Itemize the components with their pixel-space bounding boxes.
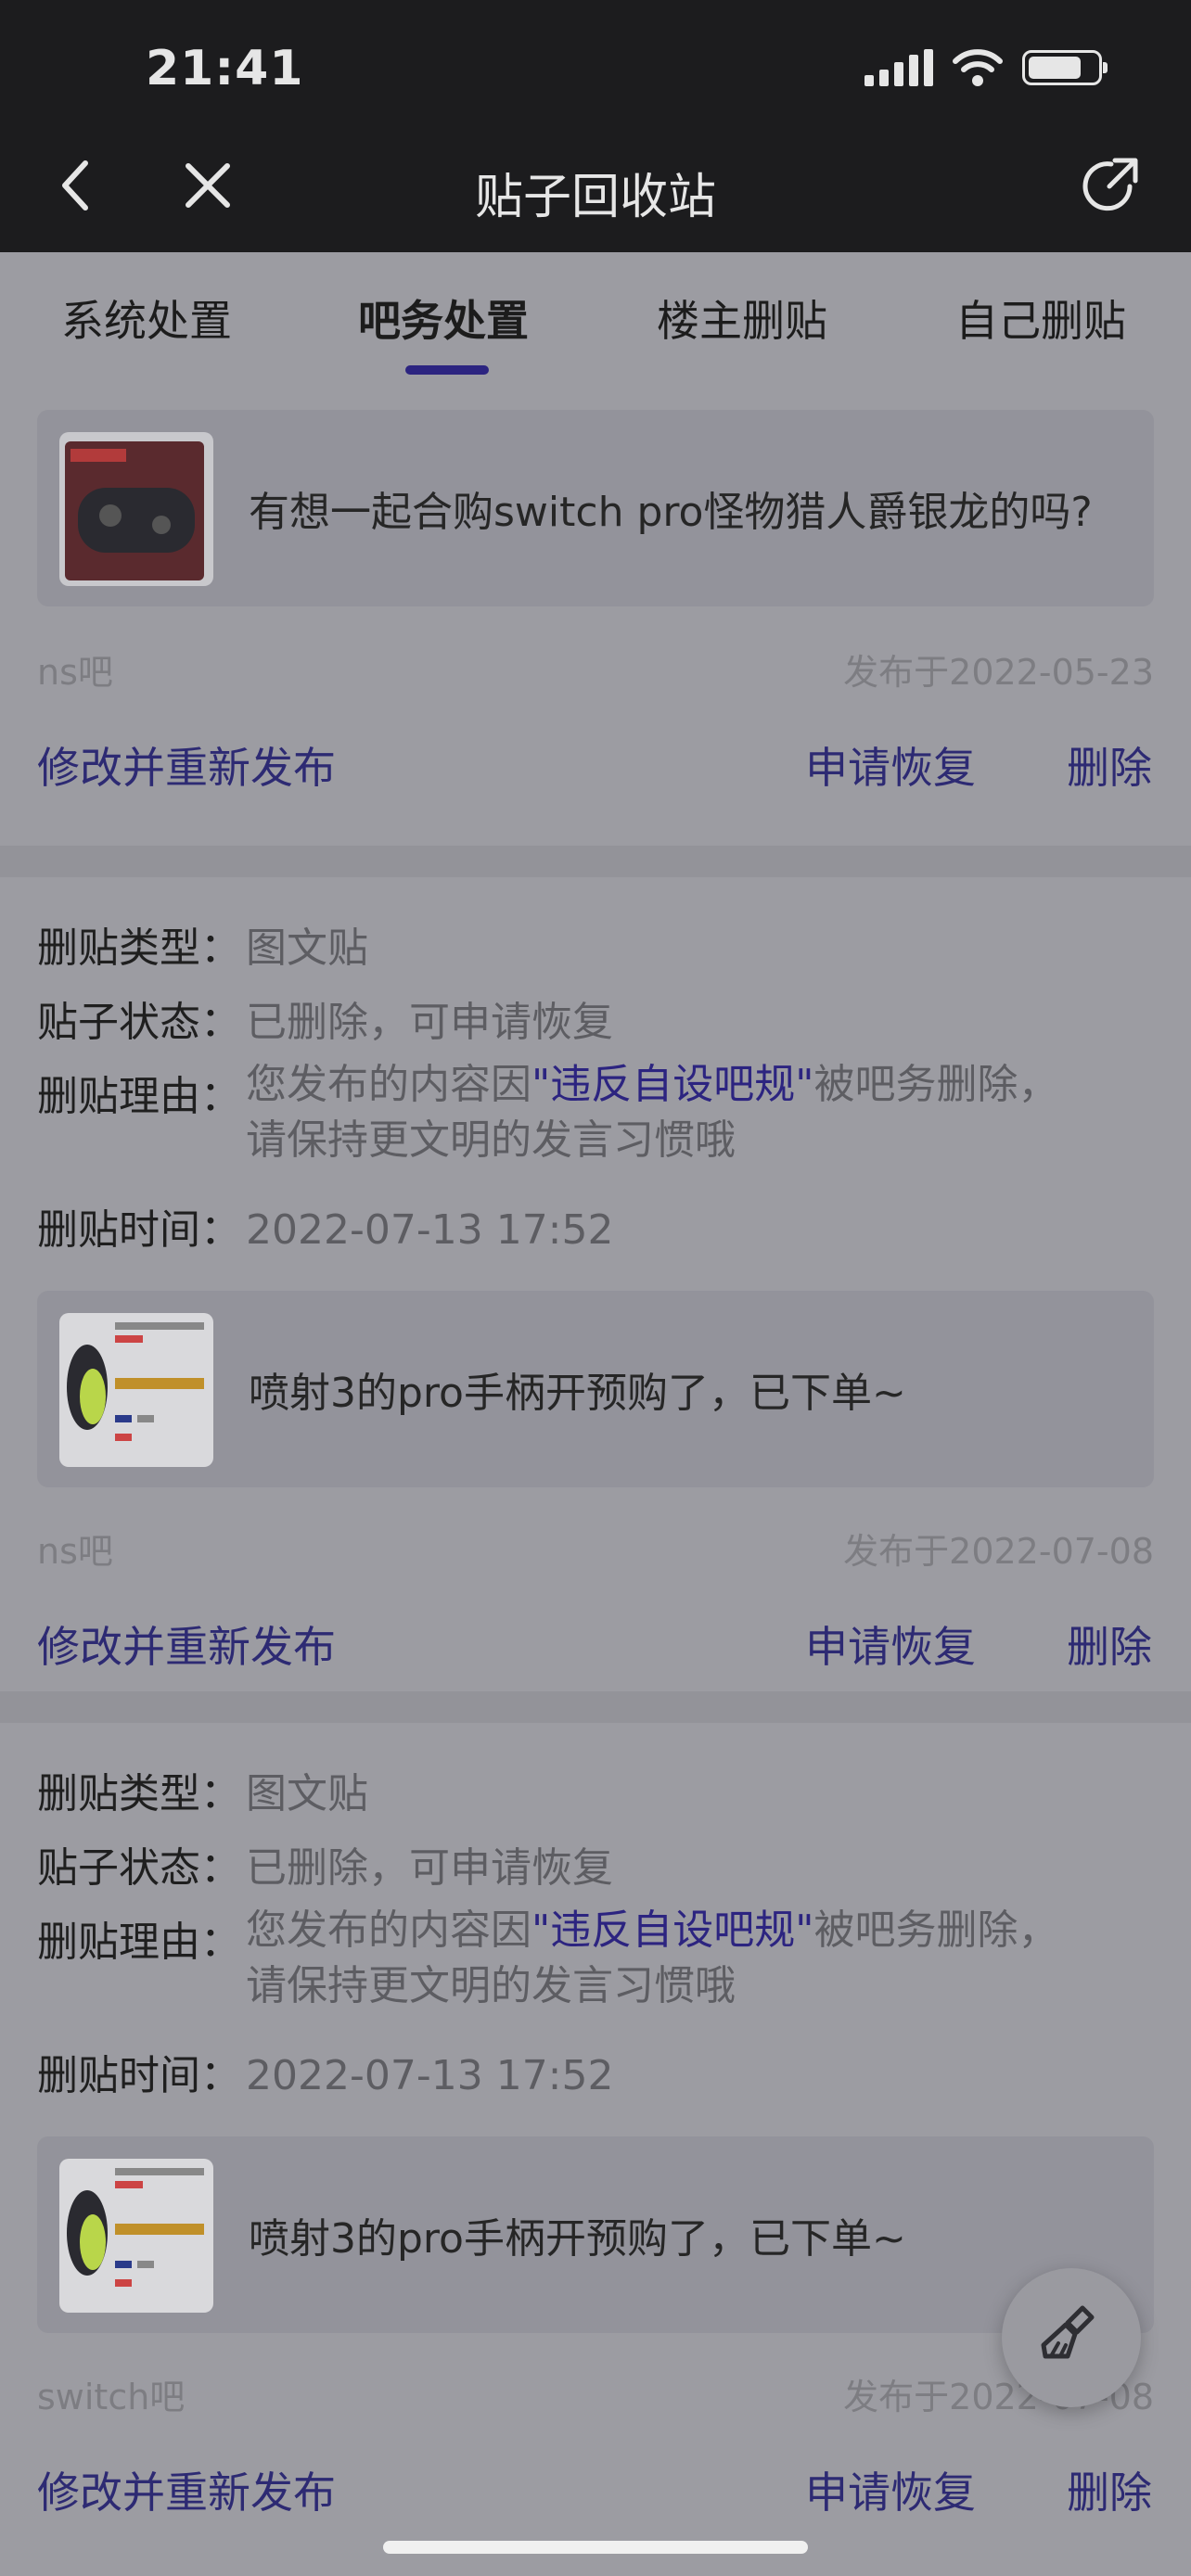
divider [0,1691,1191,1723]
delete-type-label: 删贴类型： [37,925,241,972]
post-state-value: 已删除，可申请恢复 [246,999,613,1046]
battery-icon [1022,50,1108,85]
tab-system[interactable]: 系统处置 [61,287,232,349]
delete-button[interactable]: 删除 [1067,1613,1152,1675]
delete-type-row: 删贴类型： 图文贴 [37,914,368,974]
post-title: 有想一起合购switch pro怪物猎人爵银龙的吗? [249,489,1093,536]
recycle-bin-page: 21:41 贴子回收站 系统处置 吧务处置 楼主删贴 自己删贴 有想一起合购sw… [0,0,1191,2576]
delete-type-value: 图文贴 [246,925,368,972]
clean-all-button[interactable] [1002,2268,1141,2407]
delete-time-value: 2022-07-13 17:52 [246,1206,614,1254]
delete-time-value: 2022-07-13 17:52 [246,2052,614,2099]
active-tab-indicator [405,365,489,375]
status-icons [864,48,1108,87]
publish-date: 发布于2022-05-23 [843,652,1154,693]
rule-link[interactable]: "违反自设吧规" [531,1906,813,1954]
post-card: 删贴类型： 图文贴 贴子状态： 已删除，可申请恢复 删贴理由： 您发布的内容因"违反… [0,1723,1191,2576]
post-title: 喷射3的pro手柄开预购了，已下单~ [249,2215,906,2263]
post-state-label: 贴子状态： [37,1844,241,1892]
wifi-icon [953,49,1003,86]
delete-time-row: 删贴时间： 2022-07-13 17:52 [37,1196,614,1256]
delete-button[interactable]: 删除 [1067,734,1152,796]
delete-type-value: 图文贴 [246,1770,368,1817]
forum-name[interactable]: ns吧 [37,644,113,695]
post-thumbnail [59,1313,213,1467]
publish-date: 发布于2022-07-08 [843,1531,1154,1572]
delete-reason-label: 删贴理由： [37,1073,241,1120]
tab-owner-deleted[interactable]: 楼主删贴 [657,287,827,349]
post-thumbnail [59,432,213,586]
post-card: 删贴类型： 图文贴 贴子状态： 已删除，可申请恢复 删贴理由： 您发布的内容因"违反… [0,877,1191,1691]
forum-name[interactable]: switch吧 [37,2368,185,2419]
post-thumbnail [59,2159,213,2313]
status-time: 21:41 [146,41,304,96]
post-preview[interactable]: 喷射3的pro手柄开预购了，已下单~ [37,2136,1154,2333]
post-title: 喷射3的pro手柄开预购了，已下单~ [249,1370,906,1417]
delete-button[interactable]: 删除 [1067,2459,1152,2520]
post-preview[interactable]: 喷射3的pro手柄开预购了，已下单~ [37,1291,1154,1487]
delete-time-label: 删贴时间： [37,1206,241,1254]
delete-type-row: 删贴类型： 图文贴 [37,1760,368,1819]
share-button[interactable] [1073,148,1147,223]
tab-admin[interactable]: 吧务处置 [358,287,529,349]
post-preview[interactable]: 有想一起合购switch pro怪物猎人爵银龙的吗? [37,410,1154,606]
share-icon [1082,158,1138,211]
home-indicator[interactable] [383,2541,808,2554]
divider [0,846,1191,877]
post-state-label: 贴子状态： [37,999,241,1046]
post-state-row: 贴子状态： 已删除，可申请恢复 [37,988,613,1048]
signal-icon [864,49,933,86]
deleted-post-list: 有想一起合购switch pro怪物猎人爵银龙的吗? ns吧 发布于2022-0… [0,382,1191,2576]
tab-self-deleted[interactable]: 自己删贴 [955,287,1126,349]
rule-link[interactable]: "违反自设吧规" [531,1061,813,1108]
post-state-row: 贴子状态： 已删除，可申请恢复 [37,1834,613,1894]
delete-time-row: 删贴时间： 2022-07-13 17:52 [37,2042,614,2101]
delete-type-label: 删贴类型： [37,1770,241,1817]
delete-reason-label: 删贴理由： [37,1919,241,1966]
restore-request-button[interactable]: 申请恢复 [805,1613,976,1675]
delete-reason-value: 您发布的内容因"违反自设吧规"被吧务删除， 请保持更文明的发言习惯哦 [246,1061,1059,1164]
republish-button[interactable]: 修改并重新发布 [37,1613,336,1675]
page-title: 贴子回收站 [474,170,716,225]
republish-button[interactable]: 修改并重新发布 [37,2459,336,2520]
post-state-value: 已删除，可申请恢复 [246,1844,613,1892]
forum-name[interactable]: ns吧 [37,1523,113,1574]
broom-icon [1041,2305,1095,2359]
top-bar: 21:41 贴子回收站 [0,0,1191,252]
tab-bar: 系统处置 吧务处置 楼主删贴 自己删贴 [0,252,1191,382]
restore-request-button[interactable]: 申请恢复 [805,734,976,796]
republish-button[interactable]: 修改并重新发布 [37,734,336,796]
post-card: 有想一起合购switch pro怪物猎人爵银龙的吗? ns吧 发布于2022-0… [0,382,1191,846]
delete-time-label: 删贴时间： [37,2052,241,2099]
delete-reason-value: 您发布的内容因"违反自设吧规"被吧务删除， 请保持更文明的发言习惯哦 [246,1906,1059,2009]
restore-request-button[interactable]: 申请恢复 [805,2459,976,2520]
